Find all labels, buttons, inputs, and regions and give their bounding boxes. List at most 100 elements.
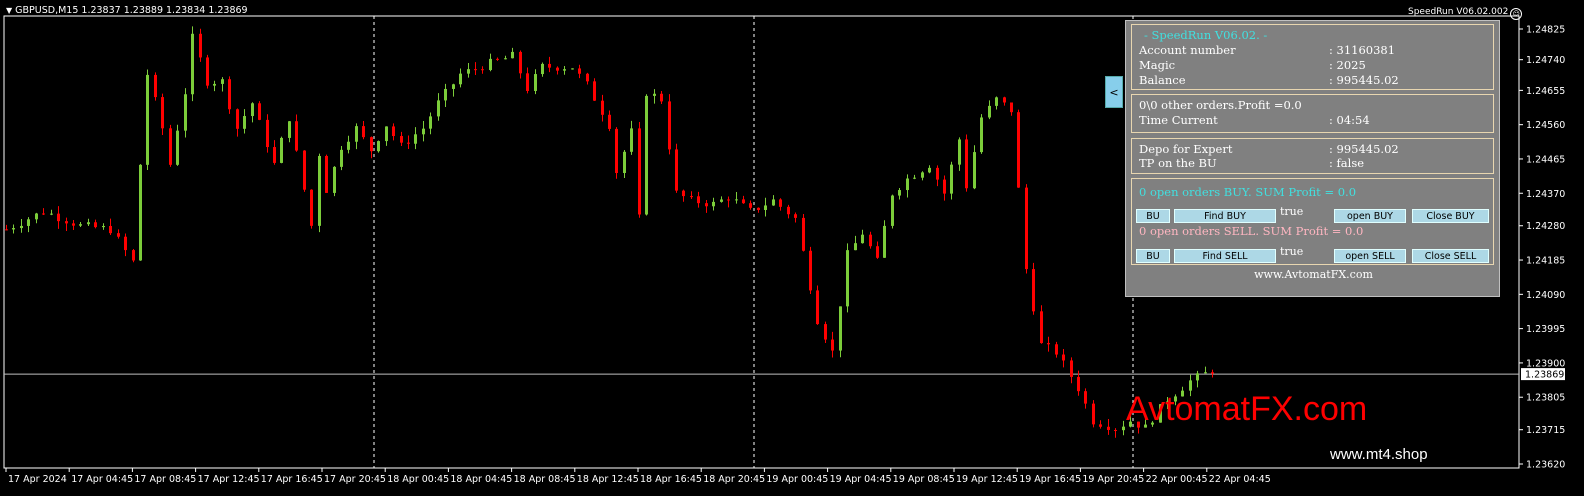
current-price-label: 1.23869 [1525, 370, 1564, 381]
candle-body [601, 100, 604, 115]
candle-body [727, 199, 730, 201]
depo-value: : 995445.02 [1329, 142, 1399, 156]
time-tick-label: 17 Apr 08:45 [134, 474, 196, 485]
candle-body [1099, 424, 1102, 427]
candle-body [303, 150, 306, 190]
close-sell-button[interactable]: Close SELL [1412, 249, 1489, 263]
candle-body [124, 236, 127, 251]
candle-body [206, 57, 209, 86]
candle-body [362, 126, 365, 138]
chart-symbol-header: ▼ GBPUSD,M15 1.23837 1.23889 1.23834 1.23… [6, 5, 248, 16]
candle-body [109, 225, 112, 234]
candle-body [846, 250, 849, 307]
candle-body [280, 137, 283, 163]
time-tick-label: 19 Apr 00:45 [766, 474, 828, 485]
candle-body [467, 69, 470, 74]
candle-body [474, 69, 477, 71]
price-tick-label: 1.23715 [1526, 425, 1565, 436]
time-tick-label: 17 Apr 2024 [8, 474, 67, 485]
candle-body [548, 63, 551, 68]
candle-body [1010, 102, 1013, 113]
candle-body [891, 195, 894, 226]
candle-body [243, 116, 246, 129]
open-buy-button[interactable]: open BUY [1334, 209, 1406, 223]
candle-body [176, 130, 179, 165]
bu-buy-button[interactable]: BU [1136, 209, 1170, 223]
candle-body [496, 58, 499, 60]
candle-body [973, 152, 976, 189]
price-tick-label: 1.24280 [1526, 221, 1565, 232]
candle-body [653, 93, 656, 96]
candle-body [489, 58, 492, 71]
candle-body [898, 190, 901, 196]
candle-body [675, 149, 678, 191]
candle-body [541, 63, 544, 75]
candle-body [72, 223, 75, 226]
candle-body [861, 234, 864, 244]
candle-body [578, 68, 581, 74]
panel-website-link[interactable]: www.AvtomatFX.com [1126, 268, 1501, 281]
orders-time-box: 0\0 other orders.Profit =0.0 Time Curren… [1131, 94, 1494, 133]
candle-body [184, 94, 187, 131]
time-current-value: : 04:54 [1329, 113, 1370, 127]
panel-collapse-button[interactable]: < [1105, 76, 1123, 108]
price-tick-label: 1.23620 [1526, 460, 1565, 471]
candle-body [87, 222, 90, 225]
close-buy-button[interactable]: Close BUY [1412, 209, 1489, 223]
candle-body [102, 225, 105, 228]
candle-body [422, 128, 425, 135]
candle-body [57, 213, 60, 222]
balance-label: Balance [1139, 73, 1186, 87]
candle-body [638, 128, 641, 215]
candle-body [563, 69, 566, 71]
candle-body [764, 205, 767, 211]
tp-bu-label: TP on the BU [1139, 156, 1217, 170]
candle-body [5, 229, 8, 231]
bu-sell-button[interactable]: BU [1136, 249, 1170, 263]
candle-body [340, 149, 343, 167]
candle-body [831, 339, 834, 351]
expert-advisor-label: SpeedRun V06.02.002 ☺ [1408, 7, 1523, 20]
candle-body [913, 177, 916, 179]
panel-title: - SpeedRun V06.02. - [1144, 28, 1268, 42]
candle-body [839, 306, 842, 351]
candle-body [668, 101, 671, 150]
candle-body [35, 213, 38, 220]
candle-body [20, 225, 23, 229]
open-sell-button[interactable]: open SELL [1334, 249, 1406, 263]
depo-label: Depo for Expert [1139, 142, 1233, 156]
time-tick-label: 17 Apr 16:45 [261, 474, 323, 485]
candle-body [1017, 112, 1020, 188]
time-tick-label: 19 Apr 08:45 [893, 474, 955, 485]
candle-body [735, 199, 738, 201]
candle-body [325, 155, 328, 193]
candle-body [79, 224, 82, 226]
candle-body [712, 201, 715, 207]
find-buy-state: true [1280, 205, 1304, 218]
price-tick-label: 1.24465 [1526, 154, 1565, 165]
candle-body [809, 250, 812, 291]
find-buy-button[interactable]: Find BUY [1174, 209, 1276, 223]
candle-body [444, 88, 447, 101]
price-tick-label: 1.24560 [1526, 120, 1565, 131]
ea-name-text: SpeedRun V06.02.002 [1408, 7, 1509, 17]
candle-body [1055, 344, 1058, 355]
find-sell-button[interactable]: Find SELL [1174, 249, 1276, 263]
candle-body [1107, 426, 1110, 430]
candle-body [161, 97, 164, 129]
candle-body [511, 51, 514, 59]
candle-body [1077, 376, 1080, 392]
candle-body [593, 81, 596, 101]
candle-body [310, 189, 313, 226]
candle-body [146, 74, 149, 165]
candle-body [333, 166, 336, 193]
candle-body [228, 79, 231, 110]
candle-body [1196, 373, 1199, 381]
time-tick-label: 17 Apr 20:45 [324, 474, 386, 485]
tp-bu-value: : false [1329, 156, 1365, 170]
magic-value: : 2025 [1329, 58, 1366, 72]
candle-body [928, 167, 931, 173]
candle-body [556, 67, 559, 71]
candle-body [772, 199, 775, 206]
dropdown-triangle-icon[interactable]: ▼ [6, 6, 12, 15]
